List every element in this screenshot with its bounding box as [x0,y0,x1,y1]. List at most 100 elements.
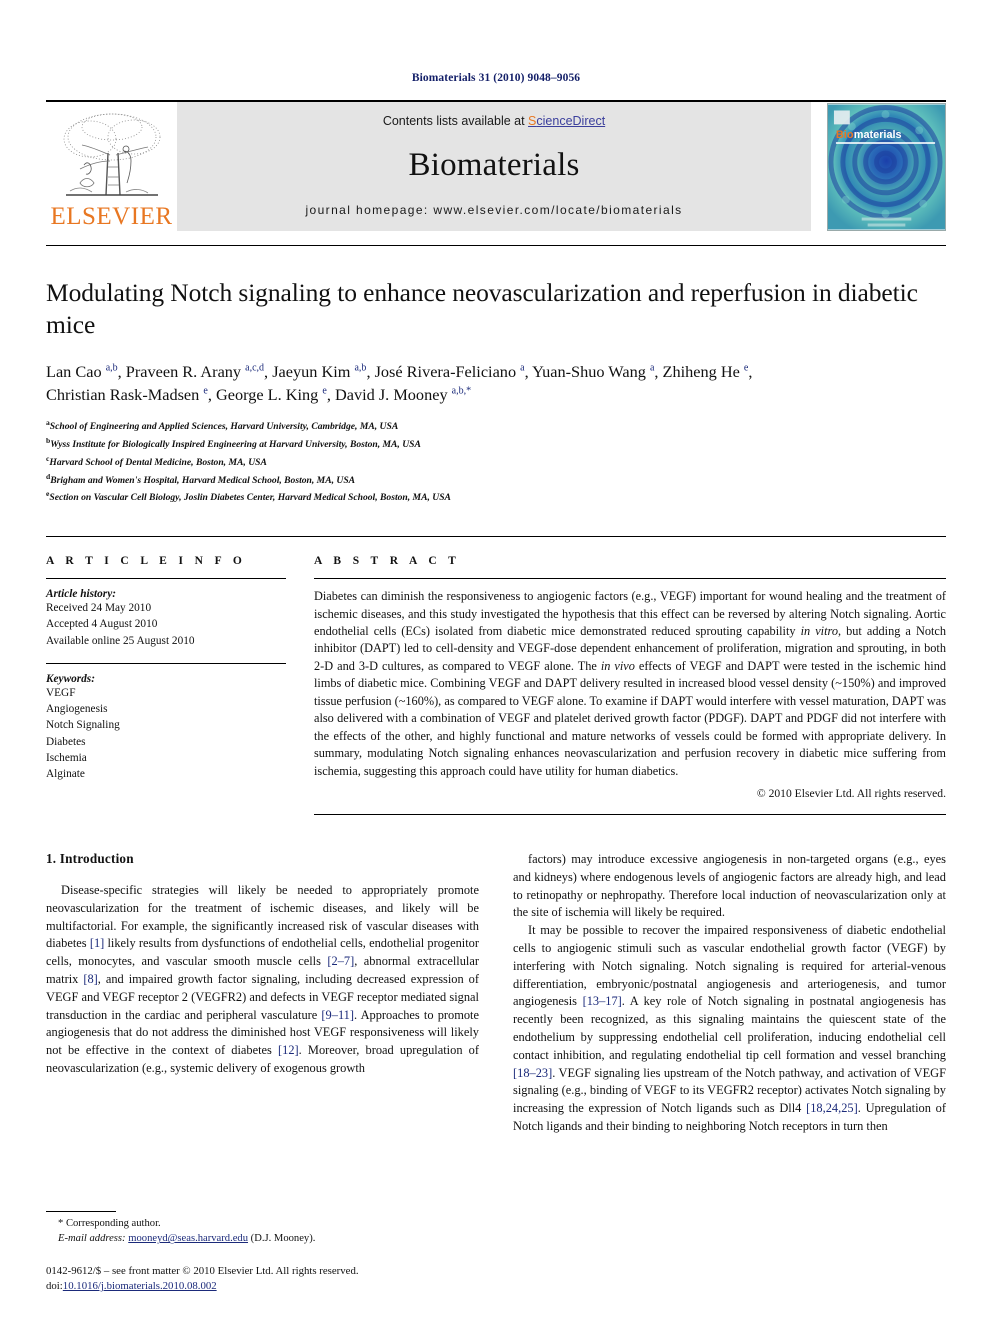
keyword-item: Alginate [46,768,85,781]
banner-center: Contents lists available at ScienceDirec… [177,102,811,231]
abstract-copyright: © 2010 Elsevier Ltd. All rights reserved… [756,787,946,801]
keyword-item: Diabetes [46,735,86,748]
citation-ref: [1] [89,936,105,951]
author-name: , Praveen R. Arany [117,362,246,382]
keywords-label: Keywords: [46,672,95,685]
keyword-item: VEGF [46,686,76,699]
doi-label: doi: [46,1280,63,1293]
issn-copyright-block: 0142-9612/$ – see front matter © 2010 El… [46,1264,486,1295]
keywords-rule [46,662,286,664]
abstract-italic-in-vivo: in vivo [600,658,635,673]
corresponding-author-note: * Corresponding author. [58,1218,161,1229]
title-divider [46,245,946,246]
affiliation-marker: e [46,489,50,499]
email-note: E-mail address: mooneyd@seas.harvard.edu… [46,1231,486,1246]
info-abstract-block: A R T I C L E I N F O Article history: R… [46,536,947,816]
author-affiliation-marker: a,b [354,362,367,374]
keyword-item: Ischemia [46,751,87,764]
affiliation-item: eSection on Vascular Cell Biology, Josli… [46,489,451,504]
author-affiliation-marker: a,b [105,362,118,374]
article-history-item: Available online 25 August 2010 [46,634,195,647]
affiliation-item: aSchool of Engineering and Applied Scien… [46,418,399,433]
contents-prefix: Contents lists available at [382,114,529,128]
body-column-right: factors) may introduce excessive angioge… [513,851,946,1136]
journal-cover-image: Bio materials [827,102,946,231]
doi-link[interactable]: 10.1016/j.biomaterials.2010.08.002 [63,1280,217,1292]
contents-lists-line: Contents lists available at ScienceDirec… [383,114,605,128]
sciencedirect-link[interactable]: ScienceDirect [528,114,605,128]
keyword-lines: VEGF Angiogenesis Notch Signaling Diabetes I… [46,685,286,783]
citation-ref: [2–7] [327,954,355,969]
intro-paragraph-right-2: It may be possible to recover the impair… [513,923,947,1133]
issn-line: 0142-9612/$ – see front matter © 2010 El… [46,1264,359,1277]
affiliation-item: cHarvard School of Dental Medicine, Bost… [46,453,267,468]
footnote-rule [46,1211,116,1212]
article-info-heading: A R T I C L E I N F O [46,555,247,568]
affiliation-list: aSchool of Engineering and Applied Scien… [46,417,946,506]
author-list: Lan Cao a,b, Praveen R. Arany a,c,d, Jae… [46,361,946,406]
email-link[interactable]: mooneyd@seas.harvard.edu [128,1233,248,1244]
author-affiliation-marker: a,b,* [451,385,472,397]
journal-title: Biomaterials [408,147,580,183]
running-head: Biomaterials 31 (2010) 9048–9056 [411,72,581,84]
affiliation-marker: c [46,453,50,463]
email-owner: (D.J. Mooney). [250,1233,316,1245]
journal-banner: ELSEVIER Contents lists available at Sci… [46,100,946,231]
footnote-block: * Corresponding author. E-mail address: … [46,1211,486,1295]
abstract-bottom-rule [314,814,946,816]
journal-cover: Bio materials [811,102,946,231]
page-title: Modulating Notch signaling to enhance ne… [46,278,918,340]
affiliation-marker: a [46,418,50,428]
abstract-rule [314,578,946,580]
author-name: , David J. Mooney [326,384,452,404]
elsevier-wordmark: ELSEVIER [50,203,173,230]
section-heading-introduction: 1. Introduction [46,851,134,867]
svg-text:materials: materials [854,129,902,141]
author-name: , José Rivera-Feliciano [366,362,521,382]
elsevier-logo: ELSEVIER [46,102,177,231]
svg-text:Bio: Bio [836,129,854,141]
sciencedirect-rest: cienceDirect [536,114,606,128]
citation-ref: [18–23] [513,1065,553,1080]
intro-paragraph-right-1: factors) may introduce excessive angioge… [513,852,946,920]
citation-ref: [12] [278,1043,299,1058]
body-column-left: 1. Introduction Disease-specific strateg… [46,851,479,1136]
article-history-item: Received 24 May 2010 [46,602,152,615]
article-history-label: Article history: [46,588,116,601]
article-history-item: Accepted 4 August 2010 [46,618,158,631]
author-line-2: Christian Rask-Madsen e, George L. King … [46,384,946,406]
author-name: Christian Rask-Madsen [46,384,204,404]
author-name: , Jaeyun Kim [264,362,355,382]
keyword-item: Angiogenesis [46,703,108,716]
journal-article-page: Biomaterials 31 (2010) 9048–9056 ELSEVIE… [0,0,992,1323]
author-affiliation-marker: a,c,d [245,362,265,374]
author-line-1: Lan Cao a,b, Praveen R. Arany a,c,d, Jae… [46,361,946,383]
body-columns: 1. Introduction Disease-specific strateg… [46,851,946,1136]
author-name: , [748,362,753,382]
abstract-heading: A B S T R A C T [314,555,461,568]
article-history-lines: Received 24 May 2010 Accepted 4 August 20… [46,600,286,649]
citation-ref: [8] [83,972,98,987]
journal-homepage[interactable]: journal homepage: www.elsevier.com/locat… [305,203,682,217]
author-name: , George L. King [207,384,323,404]
article-info-column: A R T I C L E I N F O Article history: R… [46,555,314,815]
doi-line: doi:10.1016/j.biomaterials.2010.08.002 [46,1279,486,1295]
article-info-rule [46,578,286,580]
affiliation-marker: b [46,435,51,445]
email-label: E-mail address: [58,1233,126,1245]
citation-ref: [9–11] [321,1007,354,1022]
intro-paragraph-left: Disease-specific strategies will likely … [46,883,479,1075]
citation-ref: [13–17] [582,994,622,1009]
affiliation-marker: d [46,471,51,481]
abstract-text: Diabetes can diminish the responsiveness… [314,589,947,778]
author-name: Lan Cao [46,362,106,382]
elsevier-tree-icon [56,107,168,203]
author-name: , Yuan-Shuo Wang [524,362,650,382]
abstract-column: A B S T R A C T Diabetes can diminish th… [314,555,947,816]
affiliation-item: dBrigham and Women's Hospital, Harvard M… [46,471,356,486]
keyword-item: Notch Signaling [46,719,120,732]
abstract-italic-in-vitro: in vitro [800,623,838,638]
author-name: , Zhiheng He [654,362,744,382]
affiliation-item: bWyss Institute for Biologically Inspire… [46,435,421,451]
citation-ref: [18,24,25] [806,1101,858,1116]
